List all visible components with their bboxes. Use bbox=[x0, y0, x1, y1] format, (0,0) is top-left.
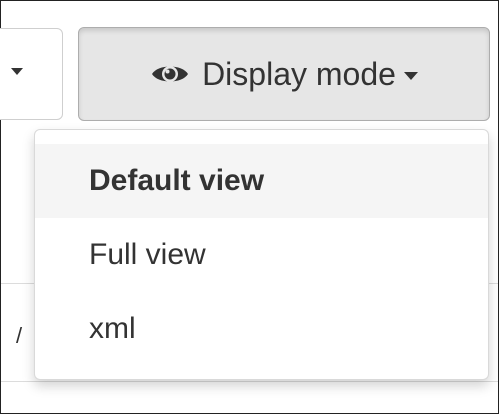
display-mode-label: Display mode bbox=[202, 55, 396, 92]
menu-item-label: Default view bbox=[89, 164, 265, 197]
window-frame: / Display mode Default view Full view xm… bbox=[0, 0, 499, 414]
display-mode-menu: Default view Full view xml bbox=[34, 129, 489, 380]
caret-down-icon bbox=[403, 72, 418, 80]
menu-item-xml[interactable]: xml bbox=[35, 292, 488, 366]
clipped-text: / bbox=[16, 323, 23, 348]
caret-down-icon bbox=[11, 68, 23, 75]
eye-icon bbox=[152, 66, 189, 82]
left-dropdown-button[interactable] bbox=[0, 28, 63, 120]
display-mode-button[interactable]: Display mode bbox=[78, 27, 490, 121]
menu-item-label: Full view bbox=[89, 238, 206, 271]
table-divider bbox=[1, 381, 498, 382]
menu-item-label: xml bbox=[89, 312, 136, 345]
menu-item-default-view[interactable]: Default view bbox=[35, 144, 488, 218]
menu-item-full-view[interactable]: Full view bbox=[35, 218, 488, 292]
